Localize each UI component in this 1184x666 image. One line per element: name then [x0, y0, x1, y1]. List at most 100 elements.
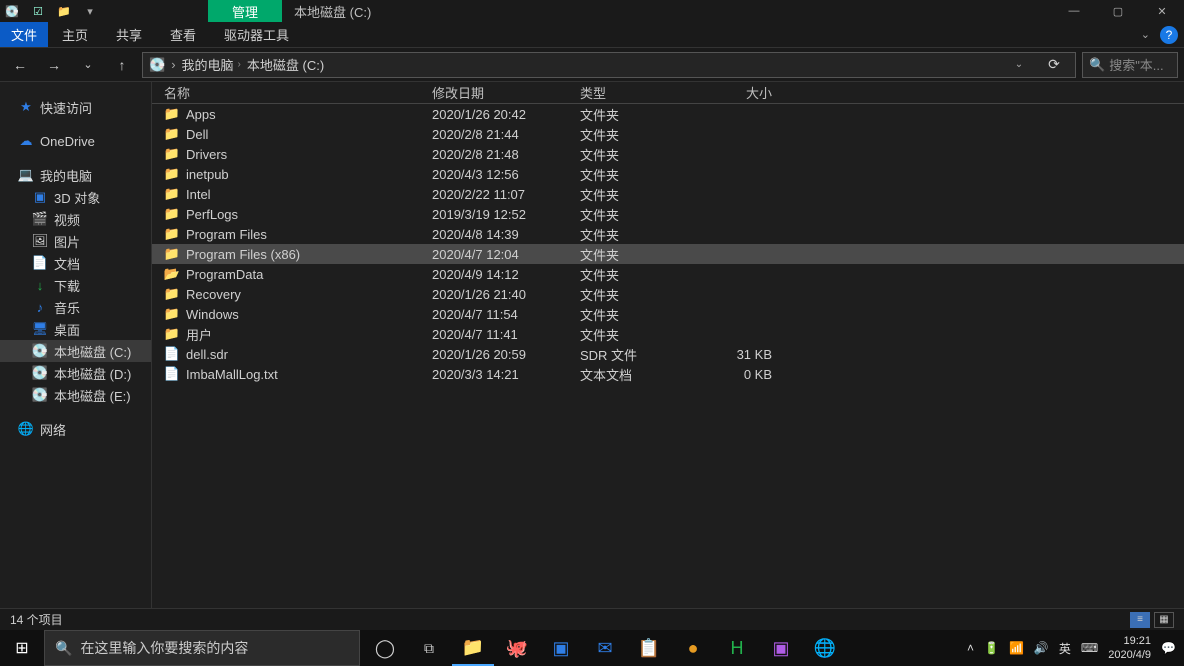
- file-name: Apps: [186, 107, 216, 122]
- ribbon-context-tab[interactable]: 管理: [208, 0, 282, 22]
- file-date: 2020/4/3 12:56: [432, 167, 580, 182]
- breadcrumb-drive[interactable]: 本地磁盘 (C:): [247, 55, 324, 74]
- picture-icon: 🖼: [32, 233, 48, 249]
- minimize-button[interactable]: —: [1052, 0, 1096, 22]
- file-row[interactable]: 📄dell.sdr2020/1/26 20:59SDR 文件31 KB: [152, 344, 1184, 364]
- task-view-button[interactable]: ⧉: [408, 630, 450, 666]
- app-notes[interactable]: 📋: [628, 630, 670, 666]
- file-type: 文件夹: [580, 145, 702, 164]
- app-github[interactable]: 🐙: [496, 630, 538, 666]
- tray-keyboard-icon[interactable]: ⌨: [1081, 641, 1098, 655]
- nav-music[interactable]: ♪音乐: [0, 296, 151, 318]
- file-date: 2020/2/8 21:44: [432, 127, 580, 142]
- nav-drive-d[interactable]: 💽本地磁盘 (D:): [0, 362, 151, 384]
- check-icon[interactable]: ☑: [30, 3, 46, 19]
- file-row[interactable]: 📁PerfLogs2019/3/19 12:52文件夹: [152, 204, 1184, 224]
- taskbar-search[interactable]: 🔍 在这里输入你要搜索的内容: [44, 630, 360, 666]
- file-row[interactable]: 📁Program Files2020/4/8 14:39文件夹: [152, 224, 1184, 244]
- window-title: 本地磁盘 (C:): [294, 2, 371, 21]
- nav-downloads[interactable]: ↓下载: [0, 274, 151, 296]
- up-button[interactable]: ↑: [108, 51, 136, 79]
- file-date: 2019/3/19 12:52: [432, 207, 580, 222]
- quick-access-toolbar: 💽 ☑ 📁 ▾: [0, 3, 98, 19]
- nav-drive-e[interactable]: 💽本地磁盘 (E:): [0, 384, 151, 406]
- recent-button[interactable]: ⌄: [74, 51, 102, 79]
- file-name: ImbaMallLog.txt: [186, 367, 278, 382]
- nav-pictures[interactable]: 🖼图片: [0, 230, 151, 252]
- tray-wifi-icon[interactable]: 📶: [1009, 641, 1024, 655]
- taskbar-apps: ◯ ⧉ 📁 🐙 ▣ ✉ 📋 ● H ▣ 🌐: [360, 630, 846, 666]
- ribbon-tab-share[interactable]: 共享: [102, 22, 156, 47]
- ribbon-tab-drive-tools[interactable]: 驱动器工具: [210, 22, 303, 47]
- taskbar: ⊞ 🔍 在这里输入你要搜索的内容 ◯ ⧉ 📁 🐙 ▣ ✉ 📋 ● H ▣ 🌐 ˄…: [0, 630, 1184, 666]
- app-orange[interactable]: ●: [672, 630, 714, 666]
- app-blue[interactable]: ▣: [540, 630, 582, 666]
- file-type: 文件夹: [580, 305, 702, 324]
- nav-desktop[interactable]: 🖥桌面: [0, 318, 151, 340]
- view-icons-button[interactable]: ▦: [1154, 612, 1174, 628]
- file-row[interactable]: 📁Drivers2020/2/8 21:48文件夹: [152, 144, 1184, 164]
- file-row[interactable]: 📄ImbaMallLog.txt2020/3/3 14:21文本文档0 KB: [152, 364, 1184, 384]
- forward-button[interactable]: →: [40, 51, 68, 79]
- start-button[interactable]: ⊞: [0, 630, 44, 666]
- refresh-button[interactable]: ⟳: [1039, 56, 1069, 73]
- col-type[interactable]: 类型: [580, 83, 702, 102]
- file-explorer-app[interactable]: 📁: [452, 630, 494, 666]
- folder-icon: 📁: [164, 166, 180, 182]
- file-type: 文件夹: [580, 225, 702, 244]
- file-type: 文件夹: [580, 265, 702, 284]
- address-dropdown-icon[interactable]: ⌄: [1005, 59, 1033, 70]
- folder-icon[interactable]: 📁: [56, 3, 72, 19]
- drive-icon: 💽: [149, 57, 165, 73]
- file-date: 2020/4/7 12:04: [432, 247, 580, 262]
- close-button[interactable]: ✕: [1140, 0, 1184, 22]
- nav-quick-access[interactable]: ★快速访问: [0, 96, 151, 118]
- navigation-pane: ★快速访问 ☁OneDrive 💻我的电脑 ▣3D 对象 🎬视频 🖼图片 📄文档…: [0, 82, 152, 608]
- nav-network[interactable]: 🌐网络: [0, 418, 151, 440]
- ribbon-tab-view[interactable]: 查看: [156, 22, 210, 47]
- nav-documents[interactable]: 📄文档: [0, 252, 151, 274]
- col-date[interactable]: 修改日期: [432, 83, 580, 102]
- file-row[interactable]: 📁Program Files (x86)2020/4/7 12:04文件夹: [152, 244, 1184, 264]
- ribbon-tab-home[interactable]: 主页: [48, 22, 102, 47]
- tray-volume-icon[interactable]: 🔊: [1034, 641, 1049, 655]
- file-row[interactable]: 📁Apps2020/1/26 20:42文件夹: [152, 104, 1184, 124]
- tray-ime[interactable]: 英: [1059, 640, 1071, 657]
- tray-up-icon[interactable]: ˄: [967, 641, 974, 655]
- file-date: 2020/1/26 20:59: [432, 347, 580, 362]
- nav-drive-c[interactable]: 💽本地磁盘 (C:): [0, 340, 151, 362]
- col-size[interactable]: 大小: [702, 83, 780, 102]
- breadcrumb-pc[interactable]: 我的电脑›: [182, 55, 241, 74]
- file-row[interactable]: 📁Windows2020/4/7 11:54文件夹: [152, 304, 1184, 324]
- file-row[interactable]: 📁Intel2020/2/22 11:07文件夹: [152, 184, 1184, 204]
- tray-notifications-icon[interactable]: 💬: [1161, 641, 1176, 655]
- nav-onedrive[interactable]: ☁OneDrive: [0, 130, 151, 152]
- help-button[interactable]: ?: [1160, 26, 1178, 44]
- tray-clock[interactable]: 19:21 2020/4/9: [1108, 634, 1151, 662]
- maximize-button[interactable]: ▢: [1096, 0, 1140, 22]
- search-box[interactable]: 🔍 搜索"本...: [1082, 52, 1178, 78]
- app-h[interactable]: H: [716, 630, 758, 666]
- back-button[interactable]: ←: [6, 51, 34, 79]
- cortana-button[interactable]: ◯: [364, 630, 406, 666]
- file-row[interactable]: 📁Recovery2020/1/26 21:40文件夹: [152, 284, 1184, 304]
- address-bar[interactable]: 💽 › 我的电脑› 本地磁盘 (C:) ⌄ ⟳: [142, 52, 1076, 78]
- qat-menu-icon[interactable]: ▾: [82, 3, 98, 19]
- desktop-icon: 🖥: [32, 321, 48, 337]
- col-name[interactable]: 名称: [164, 83, 432, 102]
- view-details-button[interactable]: ≡: [1130, 612, 1150, 628]
- nav-this-pc[interactable]: 💻我的电脑: [0, 164, 151, 186]
- file-row[interactable]: 📁inetpub2020/4/3 12:56文件夹: [152, 164, 1184, 184]
- folder-icon: 📁: [164, 106, 180, 122]
- tray-power-icon[interactable]: 🔋: [984, 641, 999, 655]
- app-chrome[interactable]: 🌐: [804, 630, 846, 666]
- file-row[interactable]: 📁Dell2020/2/8 21:44文件夹: [152, 124, 1184, 144]
- app-ide[interactable]: ▣: [760, 630, 802, 666]
- ribbon-file-tab[interactable]: 文件: [0, 22, 48, 47]
- file-row[interactable]: 📁用户2020/4/7 11:41文件夹: [152, 324, 1184, 344]
- nav-3d-objects[interactable]: ▣3D 对象: [0, 186, 151, 208]
- file-row[interactable]: 📂ProgramData2020/4/9 14:12文件夹: [152, 264, 1184, 284]
- app-mail[interactable]: ✉: [584, 630, 626, 666]
- ribbon-expand-icon[interactable]: ⌄: [1141, 28, 1150, 41]
- nav-videos[interactable]: 🎬视频: [0, 208, 151, 230]
